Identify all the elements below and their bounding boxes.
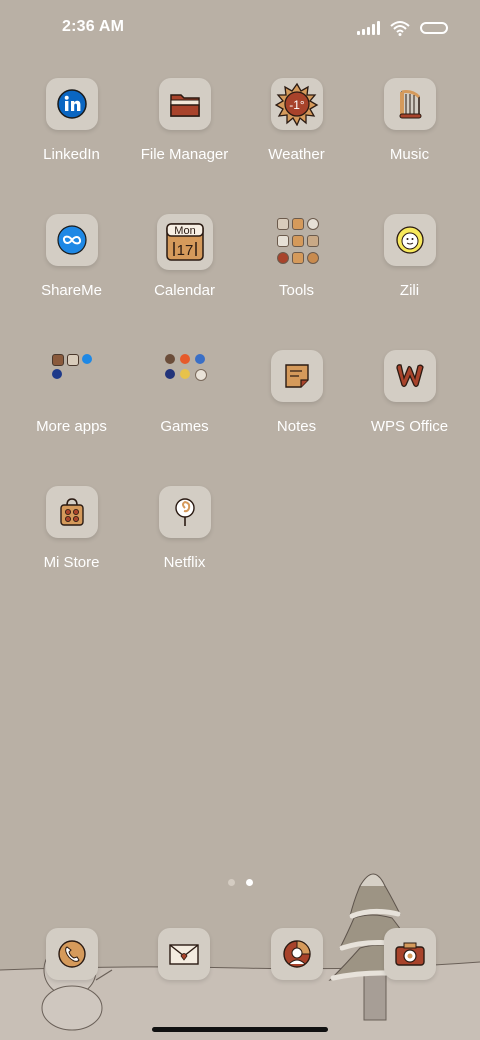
folder-games[interactable]: Games <box>128 350 241 435</box>
shareme-icon <box>45 214 98 266</box>
page-dot-active[interactable] <box>246 879 253 886</box>
camera-icon <box>395 942 425 966</box>
app-label: WPS Office <box>370 418 449 435</box>
app-label: Music <box>389 146 430 163</box>
app-zili[interactable]: Zili <box>353 214 466 299</box>
wifi-icon <box>390 21 410 36</box>
status-icons <box>357 18 448 38</box>
calendar-icon: Mon 17 <box>156 214 213 270</box>
page-dot[interactable] <box>228 879 235 886</box>
app-label: Netflix <box>163 554 206 571</box>
app-calendar[interactable]: Mon 17 Calendar <box>128 214 241 299</box>
weather-temp: -1° <box>289 98 305 112</box>
app-label: Calendar <box>154 282 215 299</box>
tools-folder-icon <box>271 214 323 266</box>
battery-icon <box>420 22 448 34</box>
app-label: More apps <box>36 418 107 435</box>
mail-icon <box>169 944 199 965</box>
dock-browser[interactable] <box>271 928 323 980</box>
linkedin-icon <box>45 78 98 130</box>
folder-tools[interactable]: Tools <box>240 214 353 299</box>
app-label: ShareMe <box>41 282 102 299</box>
app-label: Notes <box>276 418 317 435</box>
app-mi-store[interactable]: Mi Store <box>15 486 128 571</box>
folder-more-apps[interactable]: More apps <box>15 350 128 435</box>
netflix-icon <box>158 486 211 538</box>
status-bar: 2:36 AM <box>0 0 480 56</box>
app-wps-office[interactable]: WPS Office <box>353 350 466 435</box>
app-label: LinkedIn <box>43 146 100 163</box>
app-music[interactable]: Music <box>353 78 466 163</box>
app-weather[interactable]: -1° Weather <box>240 78 353 163</box>
app-linkedin[interactable]: LinkedIn <box>15 78 128 163</box>
app-label: Games <box>160 418 209 435</box>
clock: 2:36 AM <box>62 18 125 35</box>
app-notes[interactable]: Notes <box>240 350 353 435</box>
dock-camera[interactable] <box>384 928 436 980</box>
app-label: Weather <box>268 146 325 163</box>
phone-icon <box>58 940 86 968</box>
sticky-note-icon <box>270 350 323 402</box>
app-label: File Manager <box>140 146 229 163</box>
shopping-bag-icon <box>45 486 98 538</box>
app-label: Zili <box>399 282 420 299</box>
calendar-date: 17 <box>176 242 193 259</box>
app-shareme[interactable]: ShareMe <box>15 214 128 299</box>
browser-icon <box>283 940 311 968</box>
more-apps-folder-icon <box>46 350 98 402</box>
dock-phone[interactable] <box>46 928 98 980</box>
dock <box>0 928 480 988</box>
page-indicator[interactable] <box>228 879 253 886</box>
app-label: Tools <box>278 282 315 299</box>
app-label: Mi Store <box>43 554 100 571</box>
harp-icon <box>383 78 436 130</box>
app-netflix[interactable]: Netflix <box>128 486 241 571</box>
games-folder-icon <box>159 350 211 402</box>
calendar-day: Mon <box>174 225 195 237</box>
dock-mail[interactable] <box>158 928 210 980</box>
weather-sun-icon: -1° <box>270 78 323 130</box>
wps-icon <box>383 350 436 402</box>
signal-icon <box>357 21 380 35</box>
gesture-nav-bar[interactable] <box>152 1027 328 1032</box>
folder-icon <box>158 78 211 130</box>
zili-icon <box>383 214 436 266</box>
app-file-manager[interactable]: File Manager <box>128 78 241 163</box>
